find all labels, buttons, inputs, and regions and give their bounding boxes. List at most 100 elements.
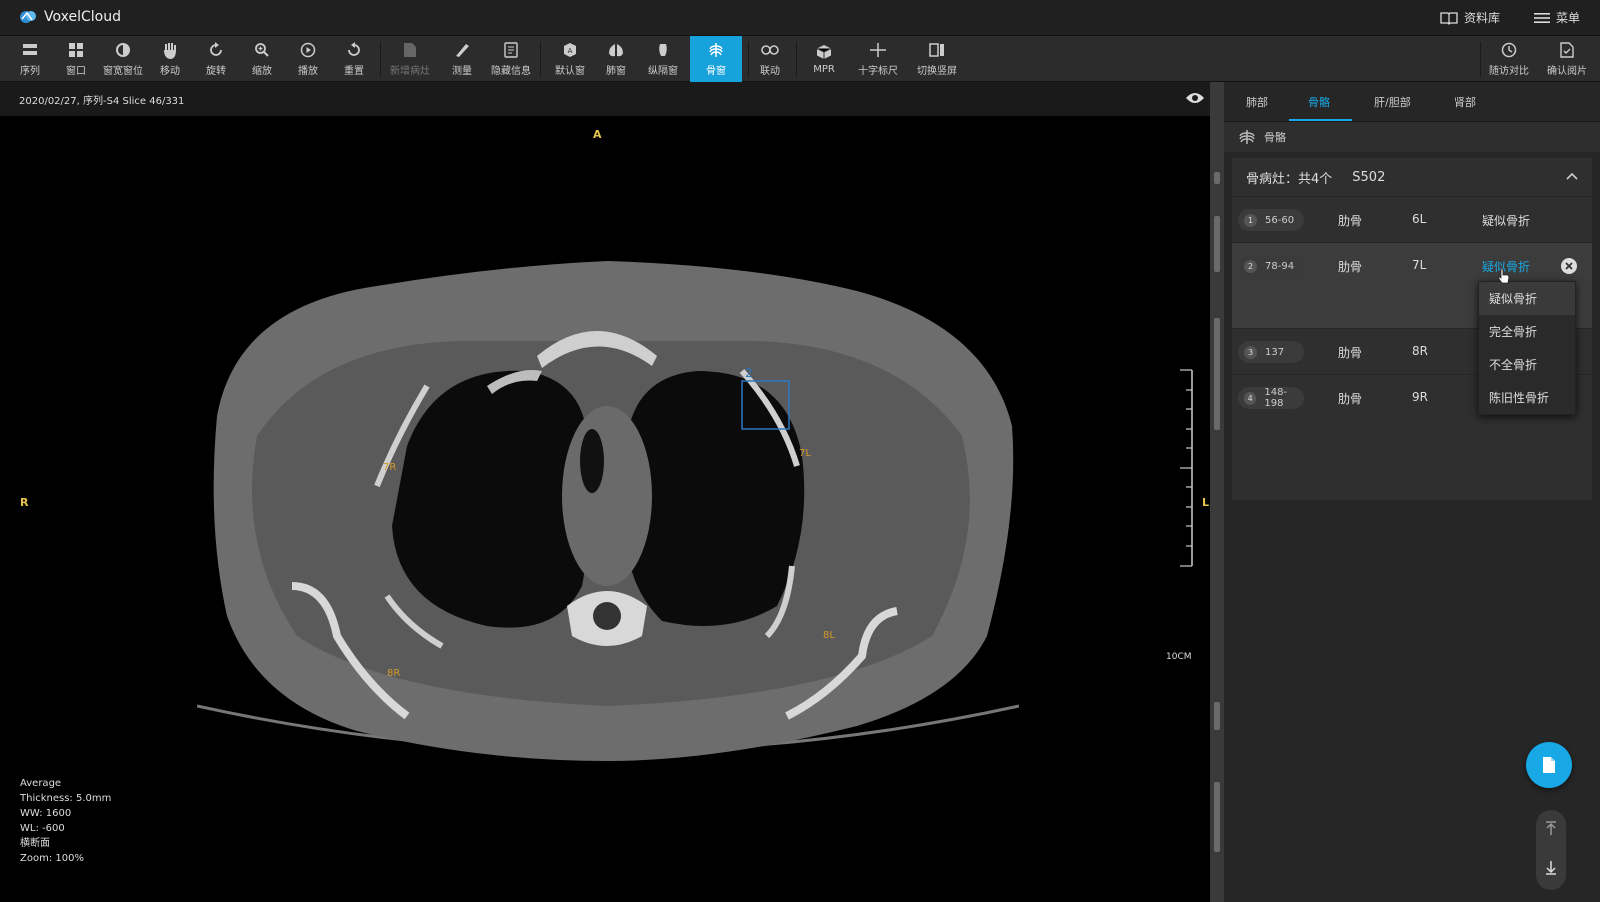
tab-liver-gallbladder[interactable]: 肝/胆部 (1374, 94, 1411, 110)
lesion-card-header[interactable]: 骨病灶：共4个 S502 (1232, 158, 1592, 196)
info-wl: WL: -600 (20, 823, 65, 834)
section-header: 骨骼 (1224, 122, 1600, 152)
tool-add-lesion[interactable]: 新增病灶 (386, 36, 434, 82)
confirm-icon (1558, 41, 1576, 59)
tool-label: 确认阅片 (1547, 66, 1587, 77)
tool-follow-up-compare[interactable]: 随访对比 (1484, 36, 1534, 82)
cursor-hand-icon (1498, 268, 1510, 284)
default-window-icon: A (561, 41, 579, 59)
tool-label: 随访对比 (1489, 66, 1529, 77)
report-button[interactable] (1526, 742, 1572, 788)
tool-default-window[interactable]: A 默认窗 (548, 36, 592, 82)
lesion-position: 8R (1412, 344, 1428, 358)
scrollbar-thumb[interactable] (1214, 216, 1220, 272)
dropdown-option-incomplete-fracture[interactable]: 不全骨折 (1479, 348, 1575, 381)
lesion-series: S502 (1352, 169, 1386, 185)
rotate-icon (207, 41, 225, 59)
tool-label: 播放 (298, 66, 318, 77)
scroll-controls (1536, 810, 1566, 890)
ribcage-icon (1239, 130, 1255, 144)
tab-bone[interactable]: 骨骼 (1308, 94, 1330, 110)
tool-zoom[interactable]: 缩放 (242, 36, 282, 82)
lesion-row[interactable]: 1 56-60 肋骨 6L 疑似骨折 (1232, 196, 1592, 242)
tool-play[interactable]: 播放 (288, 36, 328, 82)
tool-series[interactable]: 序列 (10, 36, 50, 82)
tool-label: 隐藏信息 (491, 66, 531, 77)
tool-rotate[interactable]: 旋转 (196, 36, 236, 82)
info-plane: 横断面 (20, 838, 50, 849)
image-viewer[interactable]: 2020/02/27, 序列-S4 Slice 46/331 A 2 7R 7L… (0, 82, 1210, 902)
lesion-index: 2 (1244, 259, 1257, 273)
tool-label: 默认窗 (555, 66, 585, 77)
dropdown-option-suspected-fracture[interactable]: 疑似骨折 (1479, 282, 1575, 315)
tool-confirm-reading[interactable]: 确认阅片 (1542, 36, 1592, 82)
toolbar-divider (380, 42, 381, 76)
tool-label: 新增病灶 (390, 66, 430, 77)
brand-name: VoxelCloud (44, 9, 121, 25)
tool-window[interactable]: 窗口 (56, 36, 96, 82)
toolbar-divider (540, 42, 541, 76)
lesion-slice-pill[interactable]: 2 78-94 (1238, 255, 1304, 277)
lesion-marker-number[interactable]: 2 (745, 366, 753, 380)
brand: VoxelCloud (18, 8, 121, 26)
tool-label: 旋转 (206, 66, 226, 77)
info-average: Average (20, 778, 62, 789)
library-label: 资料库 (1463, 11, 1500, 25)
lesion-slice-pill[interactable]: 1 56-60 (1238, 209, 1304, 231)
tool-mpr[interactable]: MPR (804, 36, 844, 82)
add-lesion-icon (401, 41, 419, 59)
eye-icon[interactable] (1185, 91, 1205, 105)
tool-hide-info[interactable]: 隐藏信息 (488, 36, 534, 82)
scrollbar-tick (1214, 172, 1220, 184)
lesion-slice-pill[interactable]: 4 148-198 (1238, 387, 1304, 409)
lesion-slice-range: 56-60 (1265, 214, 1295, 226)
tab-lung[interactable]: 肺部 (1246, 94, 1268, 110)
lesion-slice-pill[interactable]: 3 137 (1238, 341, 1304, 363)
tool-label: MPR (813, 64, 835, 75)
reset-icon (345, 41, 363, 59)
tool-measure[interactable]: 测量 (442, 36, 482, 82)
link-icon (761, 41, 779, 59)
tool-crosshair[interactable]: 十字标尺 (850, 36, 906, 82)
crosshair-icon (869, 41, 887, 59)
ct-scan-image[interactable]: A P 2 7R 7L 8R 8L (197, 116, 1019, 902)
scrollbar-tick (1214, 782, 1220, 852)
tool-link[interactable]: 联动 (750, 36, 790, 82)
scroll-to-bottom-icon[interactable] (1544, 860, 1558, 876)
tool-move[interactable]: 移动 (150, 36, 190, 82)
bone-window-icon (707, 41, 725, 59)
dropdown-option-old-fracture[interactable]: 陈旧性骨折 (1479, 381, 1575, 414)
tab-kidney[interactable]: 肾部 (1454, 94, 1476, 110)
chevron-up-icon[interactable] (1566, 172, 1578, 180)
tool-portrait[interactable]: 切换竖屏 (912, 36, 962, 82)
library-button[interactable]: 资料库 (1440, 9, 1500, 26)
tool-lung-window[interactable]: 肺窗 (596, 36, 636, 82)
tool-bone-window[interactable]: 骨窗 (690, 36, 742, 82)
tool-label: 十字标尺 (858, 66, 898, 77)
image-info-overlay: Average Thickness: 5.0mm WW: 1600 WL: -6… (20, 776, 111, 866)
lesion-bone: 肋骨 (1338, 214, 1363, 228)
tool-mediastinum-window[interactable]: 纵隔窗 (640, 36, 686, 82)
tool-reset[interactable]: 重置 (334, 36, 374, 82)
toolbar-divider (1480, 42, 1481, 76)
tool-label: 切换竖屏 (917, 66, 957, 77)
tool-label: 窗宽窗位 (103, 66, 143, 77)
lesion-index: 1 (1244, 213, 1257, 227)
tool-label: 重置 (344, 66, 364, 77)
tool-label: 窗口 (66, 66, 86, 77)
menu-button[interactable]: 菜单 (1533, 9, 1580, 26)
toolbar: 序列 窗口 窗宽窗位 移动 旋转 缩放 播放 重置 新增病灶 测量 隐藏信息 A… (0, 36, 1600, 82)
hamburger-icon (1533, 12, 1550, 23)
slice-scrollbar[interactable] (1210, 82, 1224, 902)
rib-label-8r: 8R (387, 668, 401, 679)
tool-window-level[interactable]: 窗宽窗位 (100, 36, 146, 82)
close-icon[interactable] (1560, 257, 1578, 275)
play-icon (299, 41, 317, 59)
dropdown-option-complete-fracture[interactable]: 完全骨折 (1479, 315, 1575, 348)
scroll-to-top-icon[interactable] (1544, 820, 1558, 836)
voxelcloud-logo-icon (20, 11, 36, 23)
window-layout-icon (67, 41, 85, 59)
orientation-right: L (1202, 496, 1210, 509)
lesion-diagnosis[interactable]: 疑似骨折 (1482, 212, 1530, 229)
orientation-left: R (20, 496, 29, 509)
